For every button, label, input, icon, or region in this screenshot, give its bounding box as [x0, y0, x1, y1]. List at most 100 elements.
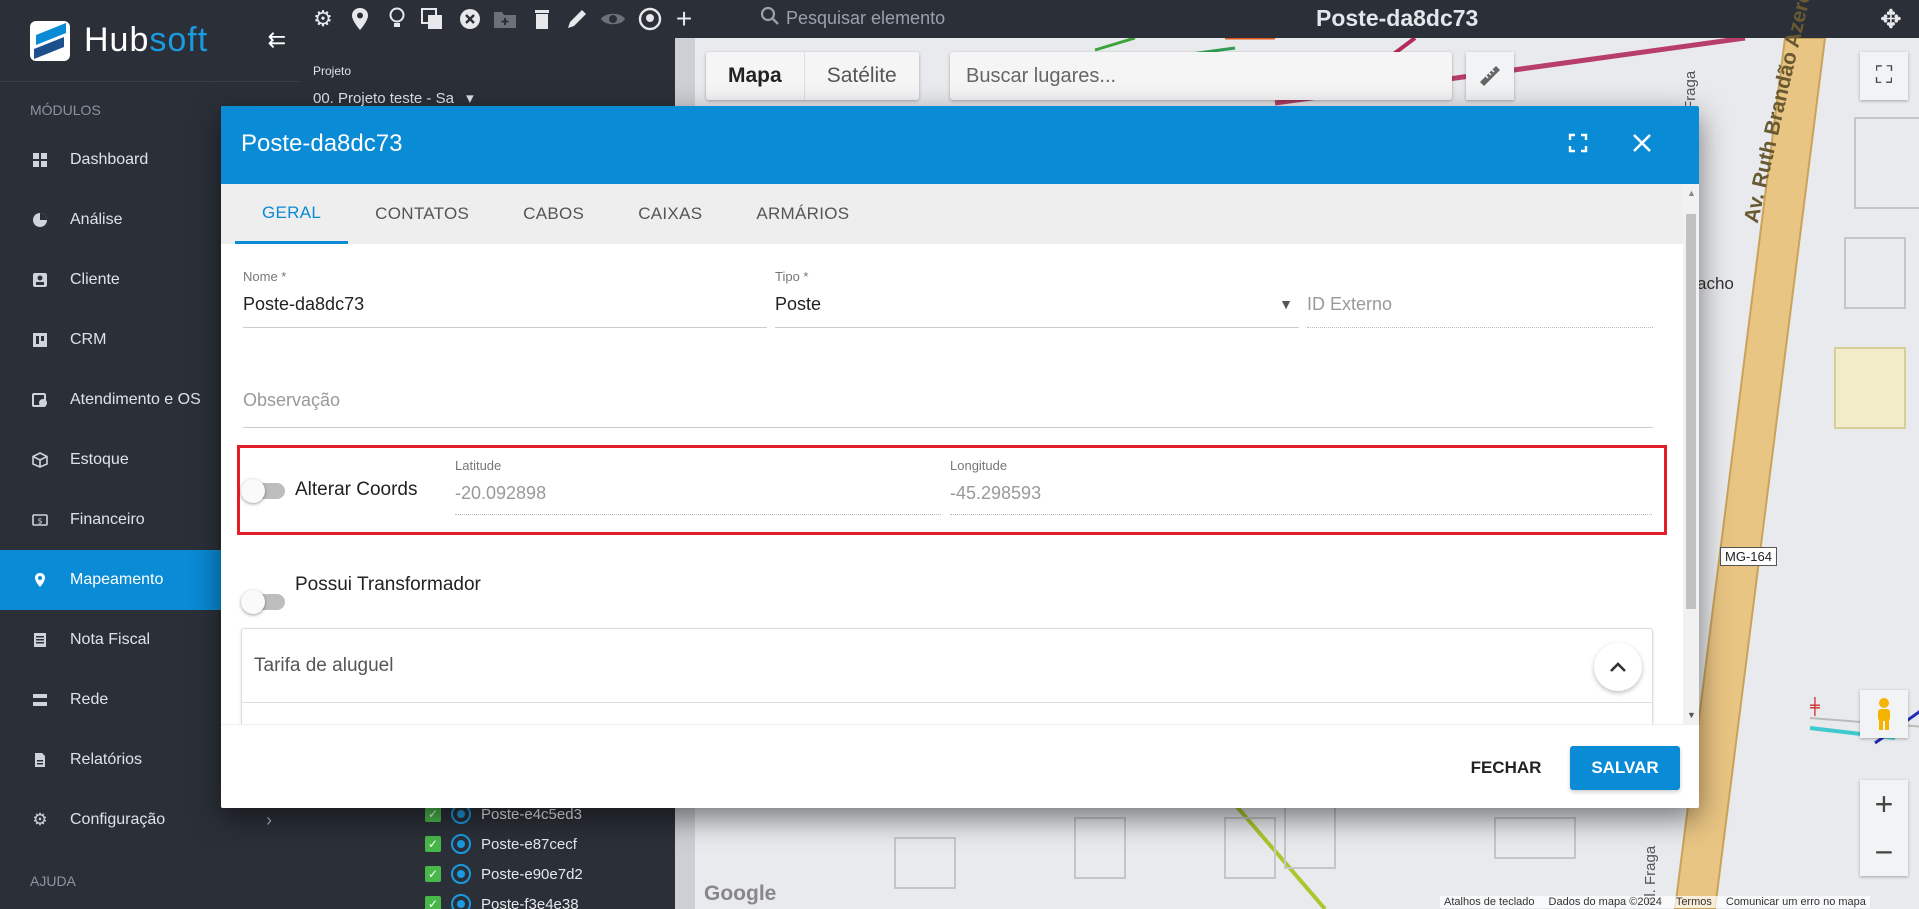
lightbulb-icon[interactable]: [384, 6, 410, 32]
brand-name: Hubsoft: [84, 21, 209, 59]
svg-text:╪: ╪: [1809, 696, 1820, 716]
keyboard-shortcuts-link[interactable]: Atalhos de teclado: [1444, 896, 1535, 908]
scroll-up-icon[interactable]: ▲: [1687, 188, 1696, 198]
checkbox-checked-icon[interactable]: ✓: [425, 866, 441, 882]
tab-geral[interactable]: GERAL: [235, 184, 349, 244]
sidebar-item-label: Atendimento e OS: [70, 391, 201, 408]
terms-link[interactable]: Termos: [1676, 896, 1712, 908]
project-select[interactable]: 00. Projeto teste - Sa ▾: [313, 89, 513, 107]
collapse-menu-icon[interactable]: ⇇: [268, 27, 286, 53]
client-card-icon: [32, 272, 48, 288]
sidebar-item-label: Mapeamento: [70, 571, 164, 588]
brand-logo[interactable]: Hubsoft ⇇: [0, 0, 300, 82]
dialog-title: Poste-da8dc73: [241, 130, 403, 157]
eye-icon[interactable]: [600, 6, 626, 32]
svg-text:$: $: [37, 517, 42, 526]
map-type-satellite-button[interactable]: Satélite: [804, 52, 919, 100]
possui-transformador-toggle[interactable]: [241, 590, 285, 614]
chevron-up-icon[interactable]: [1594, 643, 1642, 691]
map-search-input[interactable]: Buscar lugares...: [950, 52, 1452, 100]
fullscreen-icon[interactable]: ⛶: [1860, 52, 1908, 100]
ruler-icon[interactable]: [1466, 52, 1514, 100]
tree-item[interactable]: ✓ Poste-e87cecf: [425, 829, 577, 859]
latitude-input[interactable]: -20.092898: [455, 483, 941, 515]
close-icon[interactable]: [1627, 128, 1657, 158]
locate-pin-icon[interactable]: [637, 6, 663, 32]
tree-item-label: Poste-e90e7d2: [481, 865, 583, 883]
box-icon: [32, 452, 48, 468]
crm-board-icon: [32, 332, 48, 348]
tree-item-label: Poste-e87cecf: [481, 835, 577, 853]
add-pin-icon[interactable]: [347, 6, 373, 32]
section-label-help: AJUDA: [30, 873, 76, 889]
zoom-in-button[interactable]: +: [1875, 780, 1894, 828]
project-label: Projeto: [313, 64, 352, 78]
tipo-select[interactable]: Poste ▼: [775, 294, 1299, 328]
checkbox-checked-icon[interactable]: ✓: [425, 836, 441, 852]
dialog-tabs: GERAL CONTATOS CABOS CAIXAS ARMÁRIOS: [221, 184, 1683, 244]
zoom-out-button[interactable]: −: [1875, 828, 1894, 876]
pie-chart-icon: [32, 212, 48, 228]
move-arrows-icon[interactable]: ✥: [1880, 4, 1902, 35]
close-circle-icon[interactable]: [457, 6, 483, 32]
map-pin-icon: [32, 572, 48, 588]
sidebar-item-label: Estoque: [70, 451, 129, 468]
sidebar-item-label: Nota Fiscal: [70, 631, 151, 648]
pencil-icon[interactable]: [564, 6, 590, 32]
element-search[interactable]: Pesquisar elemento: [760, 6, 945, 31]
scrollbar-thumb[interactable]: [1686, 214, 1696, 609]
nome-input[interactable]: Poste-da8dc73: [243, 294, 767, 328]
salvar-button[interactable]: SALVAR: [1570, 746, 1680, 790]
tarifa-header[interactable]: Tarifa de aluguel: [242, 629, 1652, 703]
add-folder-icon[interactable]: [492, 6, 518, 32]
place-label: acho: [1697, 274, 1734, 293]
tipo-select-value: Poste: [775, 294, 822, 314]
report-error-link[interactable]: Comunicar um erro no mapa: [1726, 896, 1866, 908]
layers-icon[interactable]: [419, 6, 445, 32]
pole-node-icon: [451, 864, 471, 884]
highway-badge: MG-164: [1720, 547, 1777, 566]
sidebar-item-label: Relatórios: [70, 751, 143, 768]
tarifa-title: Tarifa de aluguel: [254, 654, 394, 676]
dashboard-icon: [32, 152, 48, 168]
street-view-pegman-icon[interactable]: [1860, 690, 1908, 738]
dropdown-arrow-icon: ▼: [1279, 296, 1293, 312]
map-type-map-button[interactable]: Mapa: [706, 52, 805, 100]
element-search-input[interactable]: Pesquisar elemento: [786, 8, 945, 29]
longitude-input[interactable]: -45.298593: [950, 483, 1652, 515]
scroll-down-icon[interactable]: ▼: [1687, 710, 1696, 720]
chevron-right-icon: ›: [266, 809, 272, 830]
hubsoft-logo-icon: [30, 20, 70, 61]
alterar-coords-toggle[interactable]: [241, 479, 285, 503]
chevron-down-icon: ▾: [466, 90, 474, 107]
trash-icon[interactable]: [529, 6, 555, 32]
plus-icon[interactable]: +: [671, 3, 697, 34]
pole-node-icon: [451, 894, 471, 909]
sidebar-item-label: Análise: [70, 211, 123, 228]
checkbox-checked-icon[interactable]: ✓: [425, 896, 441, 909]
checkbox-checked-icon[interactable]: ✓: [425, 806, 441, 822]
longitude-label: Longitude: [950, 458, 1008, 473]
report-icon: [32, 752, 48, 768]
tab-caixas[interactable]: CAIXAS: [611, 184, 729, 244]
observacao-input[interactable]: Observação: [243, 390, 1653, 428]
maximize-icon[interactable]: [1563, 128, 1593, 158]
tab-contatos[interactable]: CONTATOS: [348, 184, 496, 244]
tab-armarios[interactable]: ARMÁRIOS: [729, 184, 876, 244]
dialog-scrollbar[interactable]: ▲ ▼: [1683, 184, 1699, 724]
sidebar-item-label: Dashboard: [70, 151, 149, 168]
settings-icon[interactable]: ⚙: [310, 6, 336, 32]
tipo-label: Tipo *: [775, 269, 809, 284]
fechar-button[interactable]: FECHAR: [1441, 746, 1571, 790]
tab-cabos[interactable]: CABOS: [496, 184, 611, 244]
tree-item[interactable]: ✓ Poste-e90e7d2: [425, 859, 583, 889]
sidebar-item-label: Cliente: [70, 271, 120, 288]
invoice-icon: [32, 632, 48, 648]
dialog-header: Poste-da8dc73: [221, 106, 1699, 184]
money-icon: $: [32, 512, 48, 528]
latitude-label: Latitude: [455, 458, 502, 473]
google-logo: Google: [704, 882, 777, 905]
tree-item[interactable]: ✓ Poste-f3e4e38: [425, 889, 579, 909]
id-externo-input[interactable]: ID Externo: [1307, 294, 1653, 328]
alterar-coords-label: Alterar Coords: [295, 479, 418, 500]
